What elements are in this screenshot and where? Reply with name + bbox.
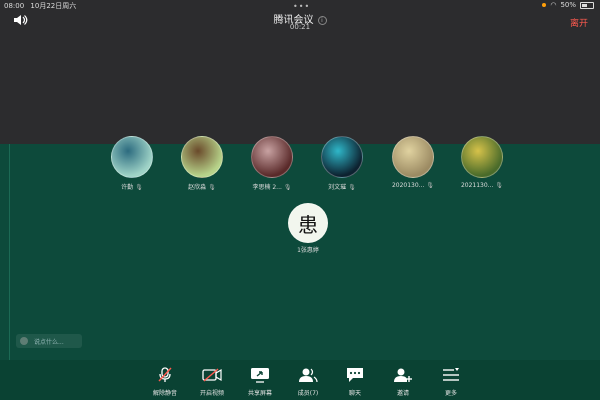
wifi-icon: ◠ [550, 1, 557, 9]
participant-name-text: 李思楠 2... [252, 184, 282, 191]
participant-name-text: 许勤 [121, 184, 134, 191]
participant-name-text: 赵欣淼 [188, 184, 207, 191]
participant-tile[interactable]: 赵欣淼 🎙 [172, 136, 232, 191]
invite-icon [394, 368, 412, 382]
participant-name: 许勤 🎙 [102, 182, 162, 191]
active-speaker[interactable]: 患 1张惠婷 [285, 203, 331, 254]
invite-label: 邀请 [396, 390, 409, 397]
participant-name-text: 2021130... [460, 182, 494, 189]
meeting-timer: 00:21 [289, 23, 311, 31]
camera-off-icon [202, 368, 222, 382]
video-area-top [0, 34, 600, 144]
battery-percent: 50% [560, 1, 576, 9]
more-button[interactable]: 更多 [426, 366, 476, 397]
active-speaker-avatar: 患 [288, 203, 328, 243]
participant-tile[interactable]: 刘文璀 🎙 [312, 136, 372, 191]
members-label: 成员(7) [297, 390, 319, 397]
mic-muted-icon: 🎙 [208, 184, 216, 191]
unmute-button[interactable]: 解除静音 [140, 366, 190, 397]
more-dots-icon[interactable]: ••• [293, 2, 310, 11]
participant-avatar [251, 136, 293, 178]
participant-avatar [461, 136, 503, 178]
share-screen-label: 共享屏幕 [247, 390, 272, 397]
start-video-button[interactable]: 开启视频 [187, 366, 237, 397]
more-icon [443, 368, 459, 381]
participant-name: 李思楠 2... 🎙 [242, 182, 302, 191]
participant-avatar [321, 136, 363, 178]
unmute-label: 解除静音 [152, 390, 177, 397]
chat-button[interactable]: 聊天 [330, 366, 380, 397]
active-speaker-name: 1张惠婷 [297, 247, 319, 254]
mic-muted-icon [158, 367, 172, 382]
chat-icon [347, 368, 363, 382]
participant-tile[interactable]: 许勤 🎙 [102, 136, 162, 191]
active-speaker-avatar-char: 患 [298, 212, 318, 237]
participant-name: 赵欣淼 🎙 [172, 182, 232, 191]
mic-muted-icon: 🎙 [348, 184, 356, 191]
more-label: 更多 [444, 390, 457, 397]
mic-muted-icon: 🎙 [495, 182, 504, 189]
bottom-toolbar: 解除静音 开启视频 共享屏幕 成员(7) 聊天 邀请 更多 [0, 360, 600, 400]
participant-name-text: 刘文璀 [328, 184, 347, 191]
participant-avatar [111, 136, 153, 178]
participant-name: 2021130... 🎙 [452, 182, 512, 189]
battery-icon [580, 1, 594, 9]
recording-dot-icon [542, 3, 547, 7]
participant-tile[interactable]: 2021130... 🎙 [452, 136, 512, 189]
members-button[interactable]: 成员(7) [283, 366, 333, 397]
leave-button[interactable]: 离开 [570, 16, 588, 29]
divider [9, 144, 10, 360]
status-date: 10月22日周六 [30, 2, 77, 10]
chat-input[interactable]: 说点什么... [16, 334, 82, 348]
participant-name: 2020130... 🎙 [383, 182, 443, 189]
mic-muted-icon: 🎙 [283, 184, 292, 191]
start-video-label: 开启视频 [199, 390, 224, 397]
share-screen-button[interactable]: 共享屏幕 [235, 366, 285, 397]
status-time: 08:00 [4, 2, 25, 10]
chat-label: 聊天 [348, 390, 361, 397]
share-screen-icon [251, 368, 269, 383]
chat-placeholder: 说点什么... [34, 338, 64, 346]
members-icon [299, 368, 318, 383]
participant-name: 刘文璀 🎙 [312, 182, 372, 191]
mic-muted-icon: 🎙 [135, 184, 143, 191]
participant-avatar [392, 136, 434, 178]
participant-tile[interactable]: 2020130... 🎙 [383, 136, 443, 189]
participant-avatar [181, 136, 223, 178]
participant-tile[interactable]: 李思楠 2... 🎙 [242, 136, 302, 191]
mic-muted-icon: 🎙 [426, 182, 435, 189]
emoji-icon[interactable] [20, 337, 28, 345]
meeting-header: ••• 腾讯会议 i 00:21 离开 [0, 2, 600, 34]
status-right: ◠ 50% [542, 1, 594, 9]
invite-button[interactable]: 邀请 [378, 366, 428, 397]
participant-name-text: 2020130... [391, 182, 425, 189]
